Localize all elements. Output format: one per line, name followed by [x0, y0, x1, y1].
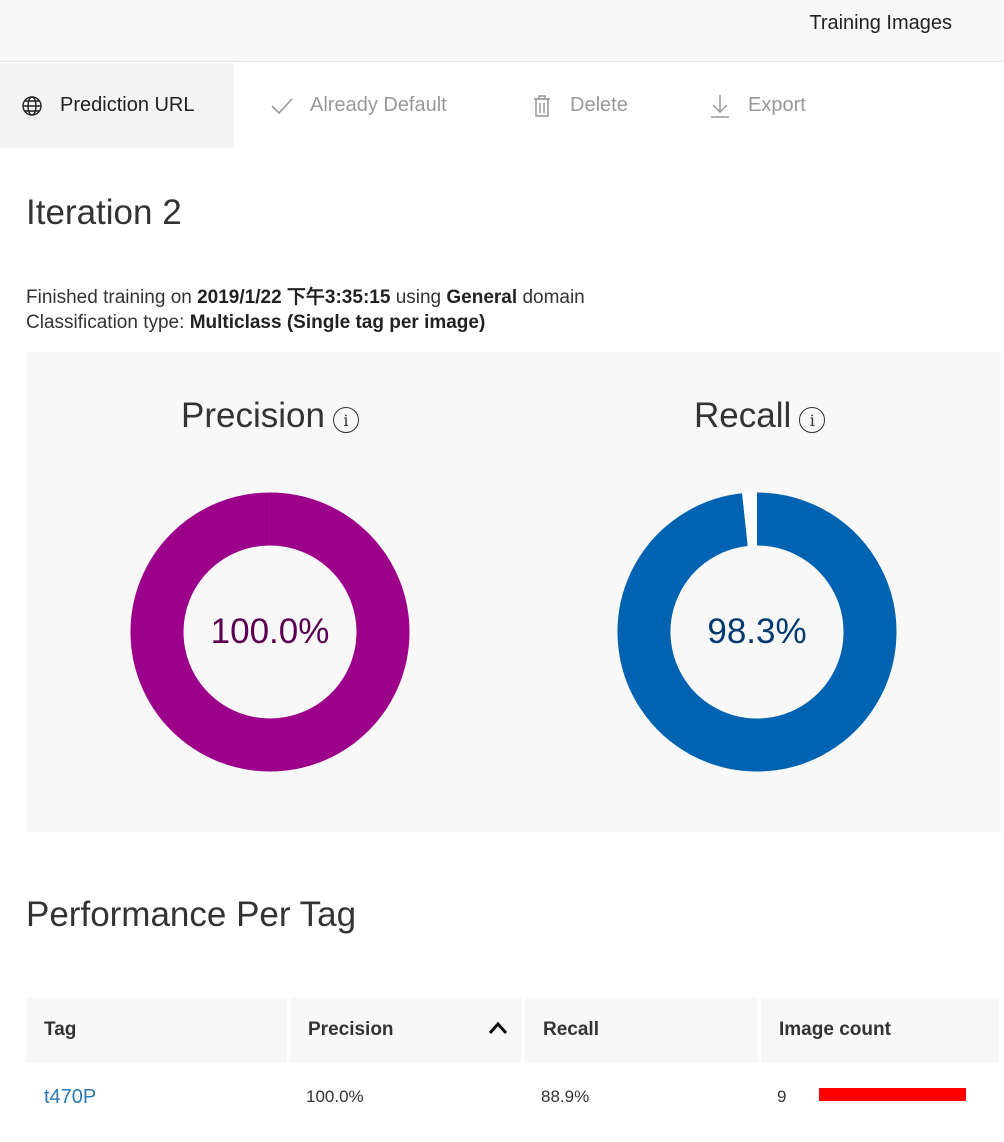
sort-ascending-icon [488, 1019, 508, 1034]
recall-heading: Recall i [694, 396, 826, 436]
recall-label: Recall [694, 396, 792, 435]
table-row: t470P 100.0% 88.9% 9 [26, 1064, 1001, 1130]
column-header-precision[interactable]: Precision [290, 997, 522, 1063]
column-header-recall[interactable]: Recall [525, 997, 758, 1063]
training-info: Finished training on 2019/1/22 下午3:35:15… [26, 282, 585, 309]
export-button[interactable]: Export [708, 63, 806, 148]
tab-training-images[interactable]: Training Images [809, 12, 952, 35]
performance-title: Performance Per Tag [26, 895, 357, 934]
classification-prefix: Classification type: [26, 312, 185, 333]
export-label: Export [748, 94, 806, 116]
download-icon [708, 94, 732, 118]
recall-donut-chart: 98.3% [617, 492, 897, 772]
already-default-button[interactable]: Already Default [270, 63, 447, 148]
precision-value: 100.0% [210, 612, 330, 651]
already-default-label: Already Default [310, 94, 447, 116]
tag-recall-value: 88.9% [541, 1087, 590, 1106]
domain-suffix: domain [522, 287, 585, 308]
image-count-bar [819, 1088, 966, 1101]
checkmark-icon [270, 94, 294, 118]
column-header-tag[interactable]: Tag [26, 997, 287, 1063]
column-header-precision-label: Precision [308, 1019, 394, 1040]
tag-link[interactable]: t470P [44, 1064, 96, 1130]
metrics-panel: Precision i Recall i 100.0% 98.3% [26, 352, 1001, 832]
command-bar: Prediction URL Already Default Delete Ex… [0, 63, 1004, 148]
precision-heading: Precision i [181, 396, 359, 436]
trash-icon [530, 94, 554, 118]
precision-donut-chart: 100.0% [130, 492, 410, 772]
recall-info-icon[interactable]: i [799, 407, 826, 433]
using-text: using [395, 287, 442, 308]
precision-label: Precision [181, 396, 325, 435]
precision-info-icon[interactable]: i [332, 407, 359, 433]
recall-value: 98.3% [707, 612, 807, 651]
domain-name: General [446, 287, 518, 308]
prediction-url-label: Prediction URL [60, 94, 195, 116]
top-header: Training Images [0, 0, 1004, 62]
finished-prefix: Finished training on [26, 287, 192, 308]
column-header-image-count[interactable]: Image count [761, 997, 999, 1063]
delete-label: Delete [570, 94, 628, 116]
table-header: Tag Precision Recall Image count [26, 997, 1001, 1063]
classification-info: Classification type: Multiclass (Single … [26, 312, 485, 334]
iteration-title: Iteration 2 [26, 193, 182, 232]
prediction-url-button[interactable]: Prediction URL [0, 63, 234, 148]
tag-image-count-value: 9 [777, 1087, 787, 1106]
delete-button[interactable]: Delete [530, 63, 628, 148]
classification-type: Multiclass (Single tag per image) [189, 312, 486, 333]
tag-precision-value: 100.0% [306, 1087, 364, 1106]
finished-date: 2019/1/22 下午3:35:15 [197, 287, 391, 308]
globe-icon [20, 94, 44, 118]
